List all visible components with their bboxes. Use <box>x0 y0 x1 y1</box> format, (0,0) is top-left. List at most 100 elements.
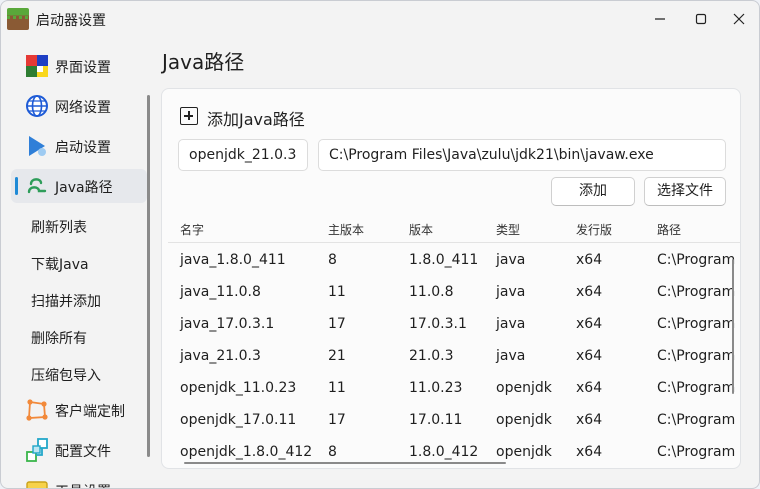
table-row[interactable]: java_11.0.8 11 11.0.8 java x64 C:\Progra… <box>168 277 740 309</box>
column-header-major-version[interactable]: 主版本 <box>328 221 364 238</box>
cell-name: java_21.0.3 <box>180 348 261 364</box>
cell-version: 21.0.3 <box>409 348 454 364</box>
cell-distribution: x64 <box>576 252 603 268</box>
sidebar-item-label: 配置文件 <box>55 444 111 460</box>
config-file-icon <box>26 438 48 462</box>
table-header: 名字 主版本 版本 类型 发行版 路径 <box>168 215 740 243</box>
cell-name: java_17.0.3.1 <box>180 316 275 332</box>
sidebar-item-tools[interactable]: 工具设置 <box>11 473 147 488</box>
add-java-path-title: 添加Java路径 <box>207 110 305 129</box>
table-row[interactable]: java_17.0.3.1 17 17.0.3.1 java x64 C:\Pr… <box>168 309 740 341</box>
column-header-type[interactable]: 类型 <box>496 221 520 238</box>
sidebar: 界面设置 网络设置 启动设置 Java路径 刷新列表 下载Java 扫描并添加 … <box>1 43 153 488</box>
cell-name: java_1.8.0_411 <box>180 252 286 268</box>
cell-path: C:\Program <box>657 252 736 268</box>
sidebar-subitem-delete-all[interactable]: 删除所有 <box>31 328 87 348</box>
cell-version: 17.0.11 <box>409 412 463 428</box>
grass-block-app-icon <box>7 8 29 30</box>
add-button[interactable]: 添加 <box>551 177 635 206</box>
cell-major-version: 11 <box>328 284 346 300</box>
cell-major-version: 8 <box>328 444 337 460</box>
cell-name: java_11.0.8 <box>180 284 261 300</box>
maximize-icon <box>695 13 707 25</box>
title-bar[interactable]: 启动器设置 <box>1 1 759 37</box>
sidebar-item-label: 客户端定制 <box>55 404 125 420</box>
cell-major-version: 11 <box>328 380 346 396</box>
cell-major-version: 17 <box>328 412 346 428</box>
sidebar-item-label: Java路径 <box>55 180 113 196</box>
cell-version: 11.0.23 <box>409 380 463 396</box>
cell-type: java <box>496 348 526 364</box>
sidebar-scrollbar[interactable] <box>147 95 150 457</box>
column-header-version[interactable]: 版本 <box>409 221 433 238</box>
close-icon <box>733 13 745 25</box>
cell-path: C:\Program <box>657 380 736 396</box>
sidebar-item-interface[interactable]: 界面设置 <box>11 49 147 83</box>
cell-type: openjdk <box>496 380 552 396</box>
cell-type: openjdk <box>496 412 552 428</box>
table-horizontal-scrollbar[interactable] <box>184 462 506 464</box>
launcher-settings-window: 启动器设置 界面设置 网络设置 启动设置 Java路径 刷新列表 下载Java … <box>0 0 760 489</box>
cell-distribution: x64 <box>576 348 603 364</box>
sidebar-subitem-import-archive[interactable]: 压缩包导入 <box>31 365 101 385</box>
column-header-path[interactable]: 路径 <box>657 221 681 238</box>
cell-major-version: 8 <box>328 252 337 268</box>
customize-icon <box>26 399 48 421</box>
table-vertical-scrollbar[interactable] <box>732 259 734 394</box>
cell-distribution: x64 <box>576 316 603 332</box>
cell-path: C:\Program <box>657 348 736 364</box>
minimize-icon <box>655 18 665 20</box>
cell-version: 1.8.0_411 <box>409 252 479 268</box>
cell-path: C:\Program <box>657 444 736 460</box>
cell-major-version: 17 <box>328 316 346 332</box>
cell-distribution: x64 <box>576 412 603 428</box>
sidebar-item-label: 界面设置 <box>55 60 111 76</box>
sidebar-item-java-path[interactable]: Java路径 <box>11 169 147 203</box>
cell-name: openjdk_1.8.0_412 <box>180 444 313 460</box>
table-row[interactable]: openjdk_11.0.23 11 11.0.23 openjdk x64 C… <box>168 373 740 405</box>
cell-major-version: 21 <box>328 348 346 364</box>
sidebar-item-network[interactable]: 网络设置 <box>11 89 147 123</box>
sidebar-item-launch[interactable]: 启动设置 <box>11 129 147 163</box>
table-row[interactable]: openjdk_1.8.0_412 8 1.8.0_412 openjdk x6… <box>168 437 740 468</box>
launch-icon <box>29 136 46 156</box>
table-row[interactable]: java_1.8.0_411 8 1.8.0_411 java x64 C:\P… <box>168 245 740 277</box>
java-name-input[interactable]: openjdk_21.0.3 <box>178 139 308 171</box>
choose-file-button[interactable]: 选择文件 <box>644 177 726 206</box>
cell-distribution: x64 <box>576 380 603 396</box>
table-row[interactable]: java_21.0.3 21 21.0.3 java x64 C:\Progra… <box>168 341 740 373</box>
java-path-card: 添加Java路径 openjdk_21.0.3 C:\Program Files… <box>161 88 741 469</box>
sidebar-subitem-download-java[interactable]: 下载Java <box>31 254 89 274</box>
cell-path: C:\Program <box>657 412 736 428</box>
cell-path: C:\Program <box>657 284 736 300</box>
cell-type: openjdk <box>496 444 552 460</box>
java-path-input[interactable]: C:\Program Files\Java\zulu\jdk21\bin\jav… <box>318 139 726 171</box>
active-indicator <box>15 177 18 195</box>
sidebar-item-label: 启动设置 <box>55 140 111 156</box>
sidebar-subitem-scan-add[interactable]: 扫描并添加 <box>31 291 101 311</box>
sidebar-subitem-refresh-list[interactable]: 刷新列表 <box>31 217 87 237</box>
cell-version: 11.0.8 <box>409 284 454 300</box>
cell-version: 17.0.3.1 <box>409 316 467 332</box>
page-title: Java路径 <box>162 50 245 74</box>
cell-type: java <box>496 252 526 268</box>
column-header-distribution[interactable]: 发行版 <box>576 221 612 238</box>
cell-distribution: x64 <box>576 444 603 460</box>
sidebar-item-label: 工具设置 <box>55 481 111 488</box>
cell-distribution: x64 <box>576 284 603 300</box>
cell-type: java <box>496 284 526 300</box>
cell-name: openjdk_11.0.23 <box>180 380 297 396</box>
minimize-button[interactable] <box>642 6 678 32</box>
globe-icon <box>26 95 48 117</box>
java-path-icon <box>27 178 47 194</box>
column-header-name[interactable]: 名字 <box>180 221 204 238</box>
table-row[interactable]: openjdk_17.0.11 17 17.0.11 openjdk x64 C… <box>168 405 740 437</box>
palette-icon <box>26 55 48 77</box>
maximize-button[interactable] <box>683 6 719 32</box>
close-button[interactable] <box>721 6 757 32</box>
sidebar-item-client-customize[interactable]: 客户端定制 <box>11 393 147 427</box>
cell-type: java <box>496 316 526 332</box>
sidebar-item-config-file[interactable]: 配置文件 <box>11 433 147 467</box>
tools-icon <box>26 481 48 488</box>
add-square-icon <box>180 107 198 125</box>
